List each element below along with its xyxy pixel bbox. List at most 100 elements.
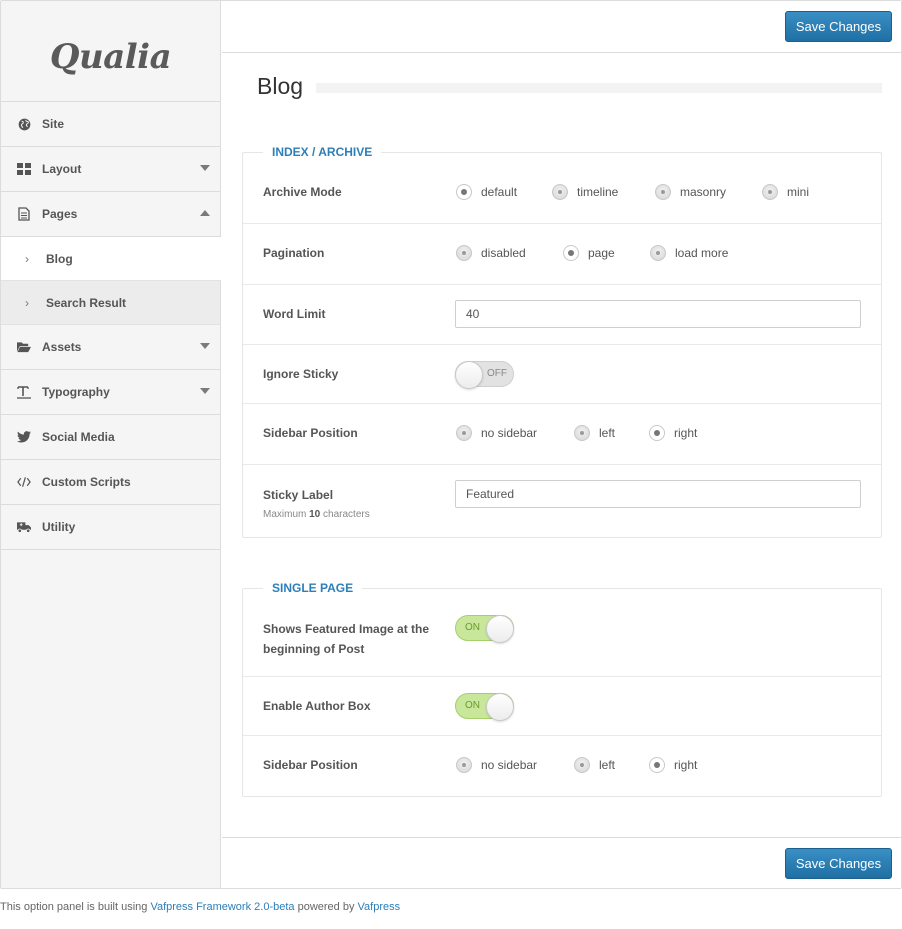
ignore-sticky-toggle[interactable]: OFF (455, 361, 514, 389)
sidebar-subitem-blog[interactable]: › Blog (1, 237, 221, 281)
sidebar-subitem-label: Search Result (46, 295, 127, 310)
single-sidebar-position-label: Sidebar Position (263, 758, 358, 772)
radio-indicator (563, 245, 579, 261)
chevron-right-icon: › (25, 295, 29, 310)
chevron-down-icon (200, 343, 210, 349)
pagination-page-radio[interactable]: page (563, 245, 615, 261)
sticky-label-label: Sticky Label (263, 488, 334, 502)
sidebar-item-social-media[interactable]: Social Media (1, 415, 220, 460)
radio-indicator (649, 425, 665, 441)
sidebar-item-label: Typography (42, 385, 110, 399)
sidebar-item-label: Utility (42, 520, 76, 534)
row-sidebar-position: Sidebar Position no sidebar left right (243, 404, 881, 465)
radio-indicator (456, 184, 472, 200)
pagination-disabled-radio[interactable]: disabled (456, 245, 526, 261)
sidebar: Qualia Site Layout Pages › Blog › Search… (1, 1, 221, 888)
radio-indicator (574, 757, 590, 773)
archive-mode-default-radio[interactable]: default (456, 184, 517, 200)
sidebar-subitem-label: Blog (46, 251, 73, 266)
options-panel: Qualia Site Layout Pages › Blog › Search… (0, 0, 902, 889)
row-author-box: Enable Author Box ON (243, 677, 881, 736)
word-limit-label: Word Limit (263, 307, 326, 321)
sidebar-item-site[interactable]: Site (1, 102, 220, 147)
main-content: Save Changes Blog INDEX / ARCHIVE Archiv… (222, 1, 901, 888)
radio-indicator (649, 757, 665, 773)
grid-icon (17, 162, 31, 176)
top-toolbar: Save Changes (222, 1, 901, 53)
radio-indicator (574, 425, 590, 441)
row-sticky-label: Sticky Label Maximum 10 characters Featu… (243, 465, 881, 537)
pagination-load-more-radio[interactable]: load more (650, 245, 728, 261)
sidebar-item-label: Social Media (42, 430, 115, 444)
radio-indicator (650, 245, 666, 261)
sidebar-item-custom-scripts[interactable]: Custom Scripts (1, 460, 220, 505)
chevron-up-icon (200, 210, 210, 216)
author-box-label: Enable Author Box (263, 699, 371, 713)
sidebar-item-pages[interactable]: Pages (1, 192, 220, 237)
sidebar-item-label: Assets (42, 340, 82, 354)
single-sidebar-none-radio[interactable]: no sidebar (456, 757, 537, 773)
section-single-page: SINGLE PAGE Shows Featured Image at the b… (242, 581, 882, 797)
sidebar-item-label: Layout (42, 162, 82, 176)
globe-icon (17, 117, 31, 131)
row-ignore-sticky: Ignore Sticky OFF (243, 345, 881, 404)
sidebar-item-assets[interactable]: Assets (1, 325, 220, 370)
sidebar-item-typography[interactable]: Typography (1, 370, 220, 415)
sidebar-subitem-search-result[interactable]: › Search Result (1, 281, 220, 325)
sidebar-position-label: Sidebar Position (263, 426, 358, 440)
page-title: Blog (257, 73, 304, 99)
archive-mode-timeline-radio[interactable]: timeline (552, 184, 618, 200)
sidebar-position-right-radio[interactable]: right (649, 425, 697, 441)
featured-image-toggle[interactable]: ON (455, 615, 514, 643)
archive-mode-mini-radio[interactable]: mini (762, 184, 809, 200)
folder-open-icon (17, 340, 31, 354)
title-divider (316, 83, 882, 93)
sidebar-position-none-radio[interactable]: no sidebar (456, 425, 537, 441)
row-single-sidebar-position: Sidebar Position no sidebar left right (243, 736, 881, 796)
logo: Qualia (1, 1, 220, 102)
archive-mode-label: Archive Mode (263, 185, 342, 199)
chevron-down-icon (200, 165, 210, 171)
sidebar-position-left-radio[interactable]: left (574, 425, 615, 441)
row-featured-image: Shows Featured Image at the beginning of … (243, 589, 881, 677)
toggle-knob (486, 693, 514, 721)
footer: This option panel is built using Vafpres… (0, 901, 401, 913)
featured-image-label: Shows Featured Image at the beginning of … (263, 622, 430, 656)
save-button[interactable]: Save Changes (785, 11, 892, 42)
word-limit-input[interactable]: 40 (455, 300, 861, 328)
framework-link[interactable]: Vafpress Framework 2.0-beta (150, 901, 294, 913)
sidebar-item-utility[interactable]: Utility (1, 505, 220, 550)
radio-indicator (456, 757, 472, 773)
pagination-label: Pagination (263, 246, 325, 260)
chevron-right-icon: › (25, 251, 29, 266)
author-box-toggle[interactable]: ON (455, 693, 514, 721)
toggle-knob (486, 615, 514, 643)
radio-indicator (456, 245, 472, 261)
save-button-bottom[interactable]: Save Changes (785, 848, 892, 879)
single-sidebar-right-radio[interactable]: right (649, 757, 697, 773)
sidebar-item-label: Site (42, 117, 65, 131)
row-archive-mode: Archive Mode default timeline masonry mi… (243, 153, 881, 224)
sidebar-item-label: Pages (42, 207, 78, 221)
vafpress-link[interactable]: Vafpress (358, 901, 401, 913)
archive-mode-masonry-radio[interactable]: masonry (655, 184, 726, 200)
sidebar-item-layout[interactable]: Layout (1, 147, 220, 192)
radio-indicator (456, 425, 472, 441)
document-icon (17, 207, 31, 221)
bottom-toolbar: Save Changes (222, 837, 901, 888)
twitter-icon (17, 430, 31, 444)
row-pagination: Pagination disabled page load more (243, 224, 881, 285)
radio-indicator (655, 184, 671, 200)
toggle-knob (455, 361, 483, 389)
single-sidebar-left-radio[interactable]: left (574, 757, 615, 773)
code-icon (17, 475, 31, 489)
radio-indicator (552, 184, 568, 200)
radio-indicator (762, 184, 778, 200)
sticky-label-description: Maximum 10 characters (263, 509, 370, 520)
ignore-sticky-label: Ignore Sticky (263, 367, 339, 381)
row-word-limit: Word Limit 40 (243, 285, 881, 345)
chevron-down-icon (200, 388, 210, 394)
truck-icon (17, 520, 31, 534)
text-height-icon (17, 385, 31, 399)
sticky-label-input[interactable]: Featured (455, 480, 861, 508)
